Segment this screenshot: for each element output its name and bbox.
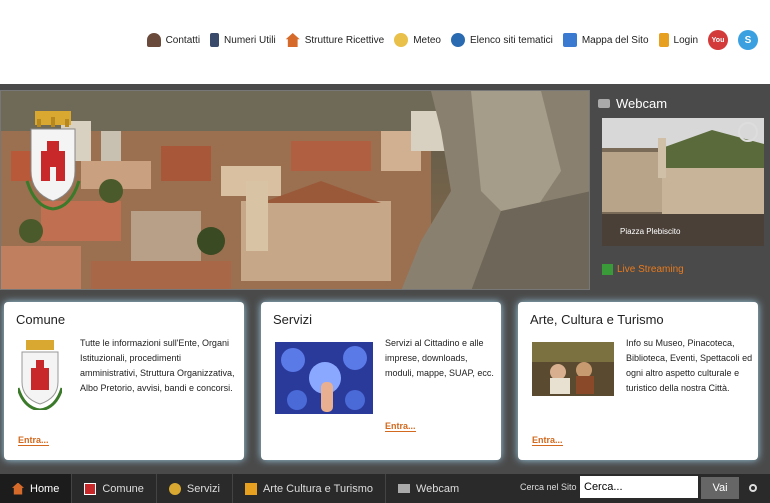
search-label: Cerca nel Sito	[520, 482, 577, 492]
top-link-strutture-ricettive[interactable]: Strutture Ricettive	[285, 33, 385, 47]
webcam-title: Webcam	[616, 95, 668, 111]
globe-icon	[451, 33, 465, 47]
webcam-header: Webcam	[598, 92, 766, 114]
top-link-label: Meteo	[413, 34, 441, 46]
nav-label: Webcam	[415, 482, 460, 495]
top-bar: Contatti Numeri Utili Strutture Ricettiv…	[0, 0, 770, 84]
comune-entra-link[interactable]: Entra...	[18, 435, 49, 446]
hero-image	[0, 90, 590, 290]
nav-label: Servizi	[186, 482, 220, 495]
nav-item-webcam[interactable]: Webcam	[386, 474, 471, 503]
top-link-label: Elenco siti tematici	[470, 34, 553, 46]
weather-icon	[394, 33, 409, 47]
servizi-entra-link[interactable]: Entra...	[385, 421, 416, 432]
house-icon	[285, 33, 300, 47]
top-links: Contatti Numeri Utili Strutture Ricettiv…	[146, 30, 758, 50]
top-link-label: Strutture Ricettive	[304, 34, 385, 46]
card-title: Arte, Cultura e Turismo	[530, 312, 664, 327]
card-text: Tutte le informazioni sull'Ente, Organi …	[80, 338, 235, 393]
lock-icon	[658, 33, 669, 47]
live-streaming-label: Live Streaming	[617, 264, 684, 275]
webcam-caption: Piazza Plebiscito	[620, 227, 681, 236]
top-link-mappa[interactable]: Mappa del Sito	[562, 33, 649, 47]
top-link-login[interactable]: Login	[658, 33, 698, 47]
nav-label: Arte Cultura e Turismo	[262, 482, 373, 495]
card-text: Info su Museo, Pinacoteca, Biblioteca, E…	[626, 338, 753, 393]
card-title: Comune	[16, 312, 66, 327]
map-icon	[562, 33, 577, 47]
youtube-icon[interactable]: You	[708, 30, 728, 50]
refresh-icon[interactable]	[738, 122, 758, 142]
card-arte-cultura-turismo: Arte, Cultura e Turismo Info su Museo, P…	[518, 302, 758, 460]
nav-item-servizi[interactable]: Servizi	[157, 474, 233, 503]
top-link-label: Mappa del Sito	[581, 34, 649, 46]
live-streaming-link[interactable]: Live Streaming	[602, 264, 684, 275]
nav-item-comune[interactable]: Comune	[72, 474, 157, 503]
card-comune: Comune Tutte le informazioni sull'Ente, …	[4, 302, 244, 460]
card-title: Servizi	[273, 312, 313, 327]
top-link-numeri-utili[interactable]: Numeri Utili	[210, 33, 276, 47]
camera-icon	[598, 98, 610, 108]
comune-icon	[84, 482, 97, 495]
servizi-image	[275, 342, 373, 414]
card-text: Servizi al Cittadino e alle imprese, dow…	[385, 338, 494, 378]
main-area: Webcam Piazza Plebiscito Live Streaming …	[0, 84, 770, 474]
nav-label: Home	[30, 482, 60, 495]
top-link-label: Contatti	[165, 34, 201, 46]
search-input[interactable]	[580, 476, 698, 498]
camera-icon	[397, 484, 410, 493]
home-icon	[12, 482, 24, 495]
top-link-label: Login	[673, 34, 698, 46]
phone-icon	[210, 33, 220, 47]
nav-label: Comune	[102, 482, 144, 495]
card-servizi: Servizi Servizi al Cittadino e alle impr…	[261, 302, 501, 460]
arte-entra-link[interactable]: Entra...	[532, 435, 563, 446]
top-link-elenco-siti[interactable]: Elenco siti tematici	[451, 33, 553, 47]
top-link-label: Numeri Utili	[224, 34, 276, 46]
gear-icon[interactable]	[749, 484, 757, 492]
coat-of-arms-icon	[25, 111, 81, 211]
webcam-image[interactable]: Piazza Plebiscito	[602, 118, 764, 246]
bottom-nav: Home Comune Servizi Arte Cultura e Turis…	[0, 474, 770, 503]
user-icon	[146, 33, 161, 47]
search-button[interactable]: Vai	[701, 477, 739, 499]
town-panorama	[1, 91, 589, 289]
arte-icon	[244, 482, 257, 495]
servizi-icon	[168, 482, 181, 495]
top-link-meteo[interactable]: Meteo	[394, 33, 441, 47]
streaming-icon	[602, 264, 613, 275]
skype-icon[interactable]: S	[738, 30, 758, 50]
comune-coat-icon	[18, 340, 62, 410]
nav-item-arte-cultura-turismo[interactable]: Arte Cultura e Turismo	[233, 474, 386, 503]
webcam-panel: Webcam Piazza Plebiscito Live Streaming	[598, 92, 766, 282]
top-link-contatti[interactable]: Contatti	[146, 33, 201, 47]
nav-item-home[interactable]: Home	[0, 474, 73, 503]
arte-image	[532, 342, 614, 396]
